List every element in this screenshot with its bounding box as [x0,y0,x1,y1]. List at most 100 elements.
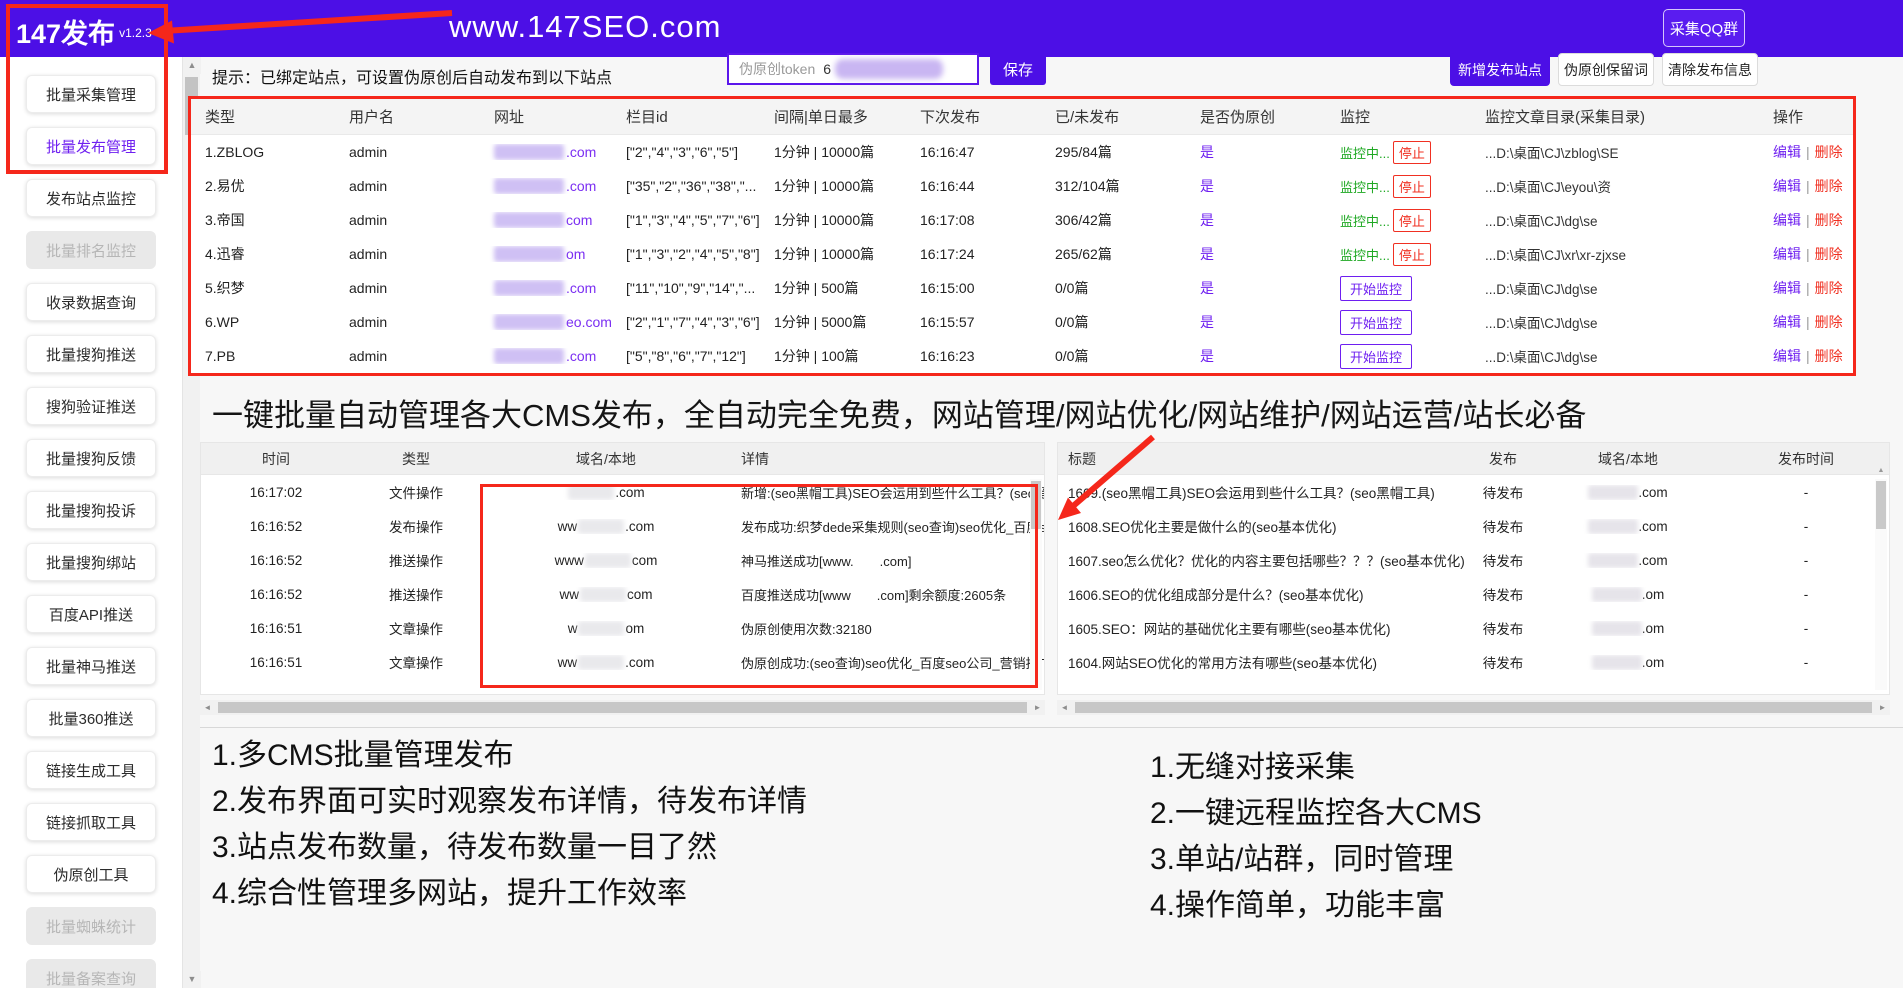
sidebar-item[interactable]: 批量备案查询 [26,959,156,988]
publish-time: - [1723,553,1889,568]
sidebar-item-label: 批量排名监控 [46,240,136,261]
pseudo-original-token-input[interactable]: 伪原创token 6 [727,53,979,85]
monitor-cell: 监控中...停止 [1332,243,1477,266]
qq-group-button[interactable]: 采集QQ群 [1663,9,1745,47]
delete-link[interactable]: 删除 [1815,212,1843,228]
sidebar-item[interactable]: 链接生成工具 [26,751,156,789]
edit-link[interactable]: 编辑 [1773,212,1801,228]
interval-limit: 1分钟 | 10000篇 [766,142,912,162]
action-separator: | [1806,212,1810,228]
promo-banner-text: 一键批量自动管理各大CMS发布，全自动完全免费，网站管理/网站优化/网站维护/网… [212,390,1586,435]
log-time: 16:16:52 [201,553,351,568]
sidebar-item[interactable]: 搜狗验证推送 [26,387,156,425]
sidebar-item-label: 批量搜狗推送 [46,344,136,365]
action-separator: | [1806,246,1810,262]
interval-limit: 1分钟 | 10000篇 [766,244,912,264]
sidebar-item-label: 伪原创工具 [53,864,128,885]
scroll-up-icon[interactable]: ▲ [183,57,201,74]
pseudo-original-reserved-words-button[interactable]: 伪原创保留词 [1558,53,1654,86]
pending-vertical-scrollbar[interactable]: ▲ [1875,479,1887,690]
domain-prefix: w [568,621,578,636]
monitor-button[interactable]: 开始监控 [1340,344,1412,369]
cms-type: 6.WP [191,314,341,330]
sidebar-item[interactable]: 批量搜狗投诉 [26,491,156,529]
sidebar-item[interactable]: 批量搜狗绑站 [26,543,156,581]
next-publish-time: 16:15:57 [912,314,1047,330]
column-ids: ["5","8","6","7","12"] [618,348,766,364]
clear-publish-info-button[interactable]: 清除发布信息 [1662,53,1758,86]
interval-limit: 1分钟 | 100篇 [766,346,912,366]
pending-publish-panel: 标题 发布 域名/本地 发布时间 1609.(seo黑帽工具)SEO会运用到些什… [1057,442,1890,695]
save-button[interactable]: 保存 [990,53,1046,85]
sidebar-item-label: 批量搜狗反馈 [46,448,136,469]
col-op-type: 类型 [351,449,481,469]
scrollbar-thumb[interactable] [218,702,1027,713]
sidebar-item[interactable]: 批量发布管理 [26,127,156,165]
sidebar-item[interactable]: 收录数据查询 [26,283,156,321]
delete-link[interactable]: 删除 [1815,314,1843,330]
domain-suffix: .com [1638,485,1667,500]
monitor-button[interactable]: 停止 [1393,243,1431,266]
sidebar-item[interactable]: 百度API推送 [26,595,156,633]
monitor-directory: ...D:\桌面\CJ\zblog\SE [1477,142,1765,162]
feature-item: 2.一键远程监控各大CMS [1150,791,1482,837]
scrollbar-thumb[interactable] [1075,702,1872,713]
delete-link[interactable]: 删除 [1815,144,1843,160]
pseudo-original-flag: 是 [1192,244,1332,264]
scrollbar-thumb[interactable] [1031,481,1041,529]
log-type: 文章操作 [351,618,481,638]
redacted-domain-blur [578,519,624,534]
edit-link[interactable]: 编辑 [1773,280,1801,296]
delete-link[interactable]: 删除 [1815,280,1843,296]
scrollbar-thumb[interactable] [1876,481,1886,529]
sidebar-item[interactable]: 批量搜狗反馈 [26,439,156,477]
log-vertical-scrollbar[interactable] [1030,479,1042,690]
sidebar-item[interactable]: 发布站点监控 [26,179,156,217]
redacted-domain-blur [568,485,614,500]
pseudo-original-flag: 是 [1192,210,1332,230]
sidebar-item[interactable]: 批量360推送 [26,699,156,737]
sidebar-item[interactable]: 批量搜狗推送 [26,335,156,373]
sidebar-item[interactable]: 批量采集管理 [26,75,156,113]
log-horizontal-scrollbar[interactable]: ◄ ► [200,700,1045,715]
username: admin [341,246,486,262]
sidebar-item[interactable]: 批量神马推送 [26,647,156,685]
log-type: 推送操作 [351,584,481,604]
edit-link[interactable]: 编辑 [1773,314,1801,330]
monitor-button[interactable]: 开始监控 [1340,276,1412,301]
scroll-up-icon[interactable]: ▲ [1875,467,1887,474]
edit-link[interactable]: 编辑 [1773,348,1801,364]
scroll-down-icon[interactable]: ▼ [183,971,201,988]
list-item: 16:16:51 文章操作 wom 伪原创使用次数:32180 [201,611,1044,645]
scroll-right-icon[interactable]: ► [1875,700,1890,715]
pending-horizontal-scrollbar[interactable]: ◄ ► [1057,700,1890,715]
interval-limit: 1分钟 | 10000篇 [766,176,912,196]
delete-link[interactable]: 删除 [1815,246,1843,262]
monitor-button[interactable]: 停止 [1393,175,1431,198]
delete-link[interactable]: 删除 [1815,178,1843,194]
col-column-id: 栏目id [618,106,766,127]
monitor-button[interactable]: 停止 [1393,141,1431,164]
redacted-domain-blur [1588,485,1638,500]
scroll-left-icon[interactable]: ◄ [200,700,215,715]
log-detail: 百度推送成功[www .com]剩余额度:2605条 [731,585,1044,604]
sidebar-item[interactable]: 链接抓取工具 [26,803,156,841]
edit-link[interactable]: 编辑 [1773,144,1801,160]
sidebar-item[interactable]: 伪原创工具 [26,855,156,893]
sidebar-item[interactable]: 批量蜘蛛统计 [26,907,156,945]
cms-type: 7.PB [191,348,341,364]
article-title: 1607.seo怎么优化？优化的内容主要包括哪些？？？(seo基本优化) [1058,550,1473,570]
list-item: 16:16:52 推送操作 wwwcom 神马推送成功[www. .com] [201,543,1044,577]
delete-link[interactable]: 删除 [1815,348,1843,364]
monitor-button[interactable]: 停止 [1393,209,1431,232]
add-publish-site-button[interactable]: 新增发布站点 [1450,53,1550,86]
publish-state: 待发布 [1473,482,1533,502]
monitor-button[interactable]: 开始监控 [1340,310,1412,335]
edit-link[interactable]: 编辑 [1773,178,1801,194]
scroll-left-icon[interactable]: ◄ [1057,700,1072,715]
sidebar-item[interactable]: 批量排名监控 [26,231,156,269]
edit-link[interactable]: 编辑 [1773,246,1801,262]
scroll-right-icon[interactable]: ► [1030,700,1045,715]
publish-time: - [1723,485,1889,500]
url-suffix: om [566,246,585,262]
